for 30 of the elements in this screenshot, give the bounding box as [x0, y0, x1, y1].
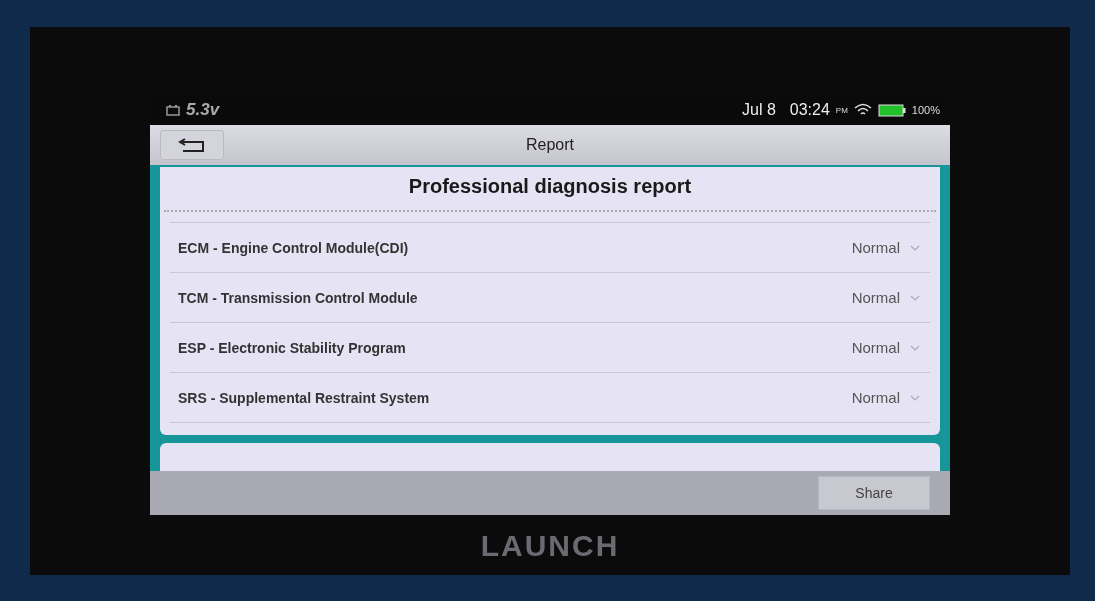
- chevron-down-icon: [910, 244, 920, 251]
- module-row[interactable]: TCM - Transmission Control Module Normal: [170, 272, 930, 322]
- voltage-text: 5.3v: [186, 100, 220, 120]
- module-status: Normal: [851, 389, 900, 406]
- module-name: ECM - Engine Control Module(CDI): [178, 239, 410, 256]
- car-battery-icon: [166, 104, 180, 116]
- battery-percent: 100%: [911, 104, 940, 116]
- time-text: 03:24: [789, 101, 830, 119]
- share-button[interactable]: Share: [818, 476, 930, 510]
- module-name: ESP - Electronic Stability Program: [178, 339, 407, 356]
- chevron-down-icon: [910, 344, 920, 351]
- bezel-logo: LAUNCH: [480, 529, 620, 563]
- report-heading: Professional diagnosis report: [407, 174, 693, 199]
- module-name: SRS - Supplemental Restraint System: [178, 389, 431, 406]
- module-status: Normal: [851, 339, 900, 356]
- chevron-down-icon: [910, 294, 920, 301]
- module-status: Normal: [851, 289, 900, 306]
- module-row[interactable]: SRS - Supplemental Restraint System Normal: [170, 372, 930, 423]
- module-row[interactable]: ESP - Electronic Stability Program Normal: [170, 322, 930, 372]
- wifi-icon: [853, 103, 872, 117]
- battery-icon: [877, 103, 906, 117]
- chevron-down-icon: [910, 394, 920, 401]
- module-name: TCM - Transmission Control Module: [178, 289, 419, 306]
- module-status: Normal: [851, 239, 900, 256]
- ampm-text: PM: [835, 105, 848, 115]
- return-arrow-icon: [177, 137, 207, 153]
- module-row[interactable]: ECM - Engine Control Module(CDI) Normal: [170, 222, 930, 272]
- window-title: Report: [526, 136, 574, 154]
- date-text: Jul 8: [742, 101, 776, 119]
- back-button[interactable]: [160, 130, 224, 160]
